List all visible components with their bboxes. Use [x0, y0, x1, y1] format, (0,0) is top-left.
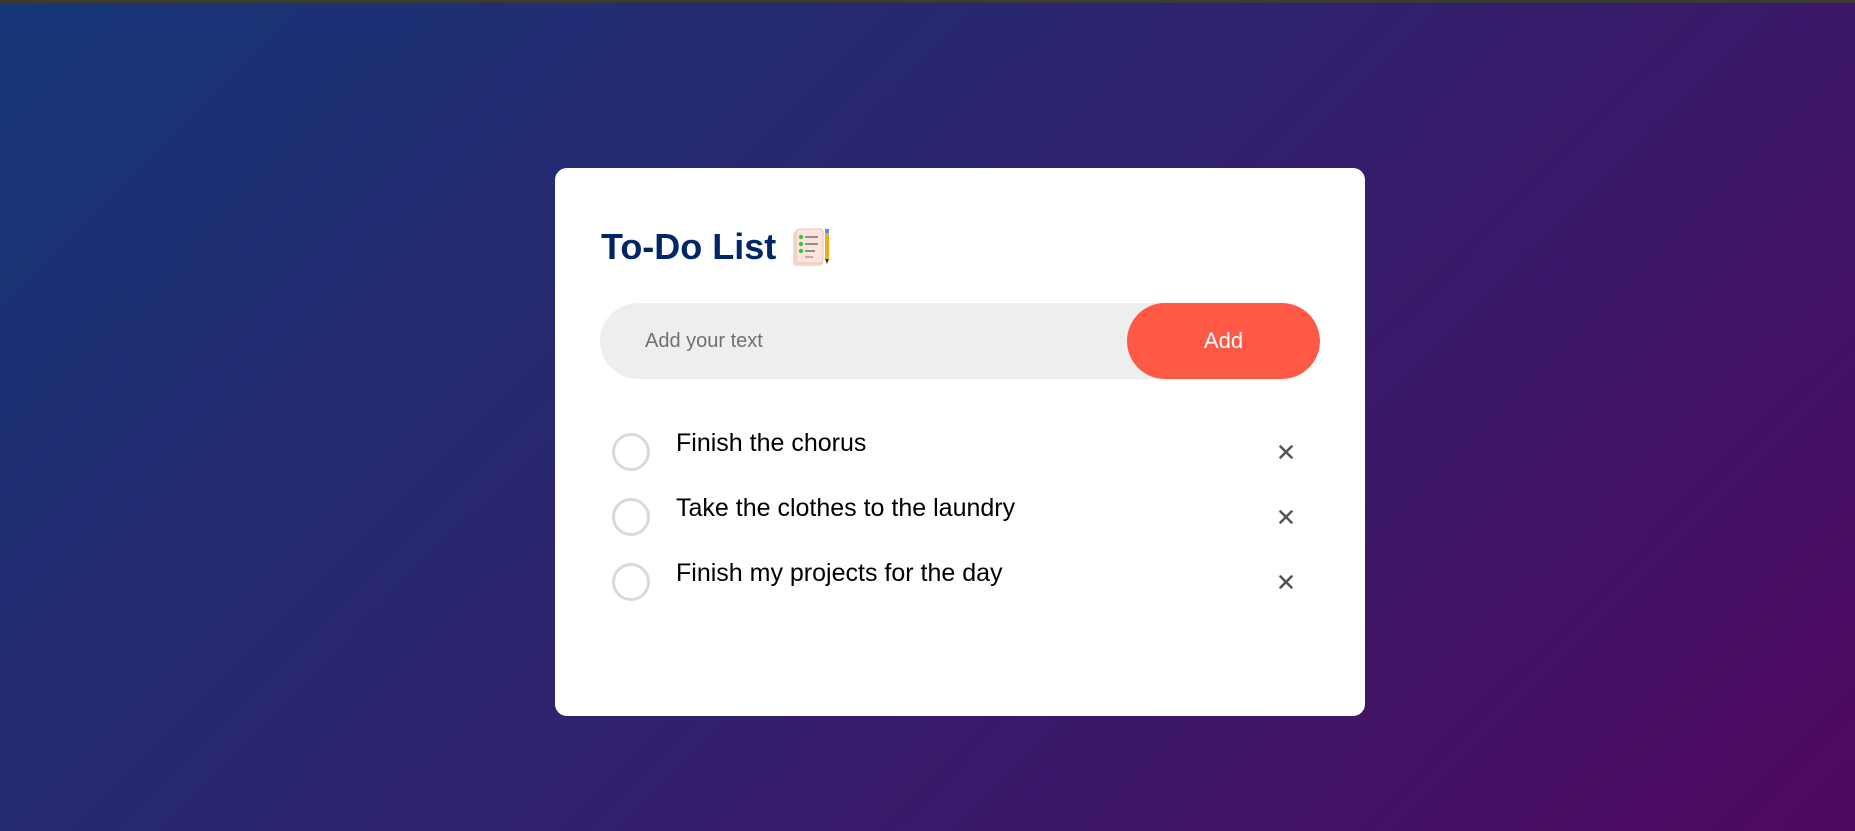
task-text: Finish the chorus — [676, 429, 867, 457]
task-item[interactable]: Finish the chorus — [612, 429, 1312, 498]
checkbox-circle-icon[interactable] — [612, 498, 650, 536]
close-icon[interactable] — [1270, 501, 1302, 533]
checkbox-circle-icon[interactable] — [612, 433, 650, 471]
task-input[interactable] — [600, 303, 1120, 379]
task-item[interactable]: Finish my projects for the day — [612, 559, 1312, 628]
title-row: To-Do List — [601, 226, 832, 268]
add-button[interactable]: Add — [1127, 303, 1320, 379]
task-text: Finish my projects for the day — [676, 559, 1003, 587]
task-item[interactable]: Take the clothes to the laundry — [612, 494, 1312, 563]
checklist-icon — [790, 226, 832, 268]
task-list: Finish the chorus Take the clothes to th… — [612, 429, 1312, 628]
page-title: To-Do List — [601, 226, 777, 267]
task-text: Take the clothes to the laundry — [676, 494, 1016, 522]
close-icon[interactable] — [1270, 566, 1302, 598]
add-task-row: Add — [600, 303, 1320, 379]
window-top-border — [0, 0, 1855, 3]
close-icon[interactable] — [1270, 436, 1302, 468]
todo-card: To-Do List Add Finish the c — [555, 168, 1365, 716]
checkbox-circle-icon[interactable] — [612, 563, 650, 601]
